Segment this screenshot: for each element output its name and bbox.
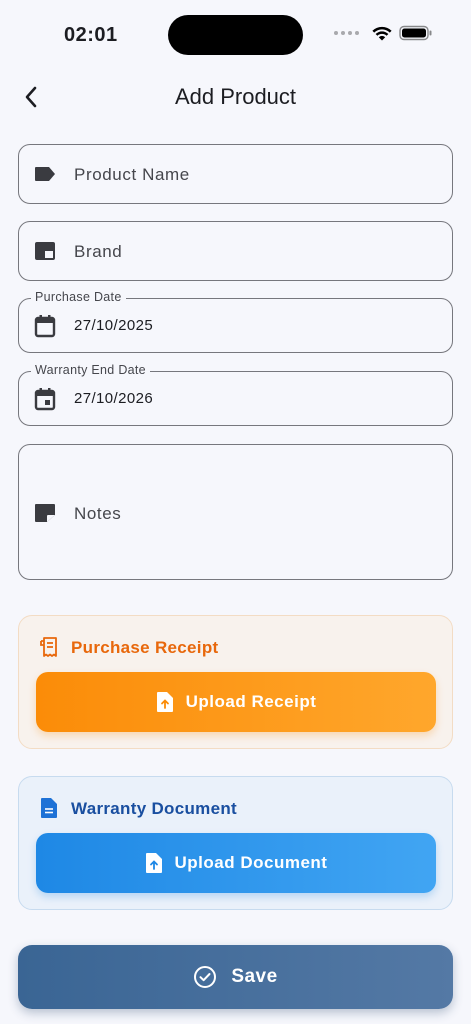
branding-icon xyxy=(33,239,57,263)
product-name-field[interactable]: Product Name xyxy=(18,144,453,204)
upload-receipt-button[interactable]: Upload Receipt xyxy=(36,672,436,732)
warranty-end-date-value: 27/10/2026 xyxy=(74,390,154,407)
warranty-end-date-label: Warranty End Date xyxy=(31,363,150,377)
signal-icon xyxy=(334,30,359,35)
save-button[interactable]: Save xyxy=(18,945,453,1009)
receipt-icon xyxy=(39,636,61,658)
purchase-date-field[interactable]: Purchase Date 27/10/2025 xyxy=(18,290,453,353)
brand-field[interactable]: Brand xyxy=(18,221,453,281)
status-bar: 02:01 xyxy=(0,0,471,70)
warranty-document-card: Warranty Document Upload Document xyxy=(18,776,453,910)
warranty-end-date-field[interactable]: Warranty End Date 27/10/2026 xyxy=(18,363,453,426)
status-time: 02:01 xyxy=(64,24,118,46)
purchase-receipt-card: Purchase Receipt Upload Receipt xyxy=(18,615,453,749)
purchase-receipt-title: Purchase Receipt xyxy=(71,638,219,657)
note-icon xyxy=(33,501,57,525)
check-circle-icon xyxy=(194,966,217,988)
save-label: Save xyxy=(231,966,278,987)
notes-placeholder: Notes xyxy=(74,504,122,523)
calendar-icon xyxy=(33,314,57,338)
battery-icon xyxy=(399,25,432,40)
document-icon xyxy=(39,797,61,819)
status-icons xyxy=(334,24,433,41)
app-header: Add Product xyxy=(0,70,471,126)
brand-placeholder: Brand xyxy=(74,242,123,261)
purchase-date-label: Purchase Date xyxy=(31,290,126,304)
purchase-date-value: 27/10/2025 xyxy=(74,317,154,334)
upload-file-icon xyxy=(145,853,162,873)
upload-document-label: Upload Document xyxy=(174,853,328,872)
label-icon xyxy=(33,162,57,186)
upload-file-icon xyxy=(156,692,173,712)
event-icon xyxy=(33,387,57,411)
page-title: Add Product xyxy=(174,84,297,109)
upload-receipt-label: Upload Receipt xyxy=(185,692,317,711)
notes-field[interactable]: Notes xyxy=(18,444,453,580)
product-name-placeholder: Product Name xyxy=(74,165,190,184)
warranty-document-title: Warranty Document xyxy=(71,799,237,818)
dynamic-island xyxy=(168,15,303,55)
upload-document-button[interactable]: Upload Document xyxy=(36,833,436,893)
wifi-icon xyxy=(372,26,392,41)
